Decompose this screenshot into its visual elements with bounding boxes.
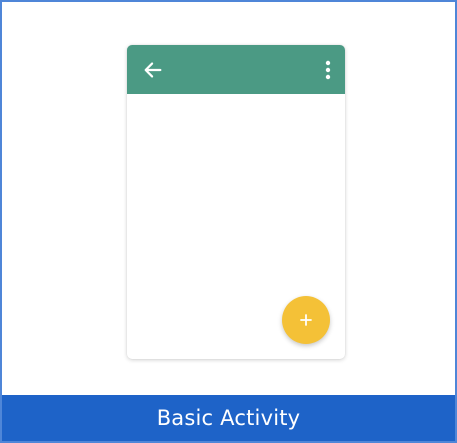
floating-action-button	[282, 296, 330, 344]
plus-icon	[300, 314, 312, 326]
template-card-basic-activity[interactable]: Basic Activity	[0, 0, 457, 443]
template-title: Basic Activity	[156, 406, 301, 430]
template-preview	[2, 2, 455, 395]
app-bar	[127, 45, 345, 94]
arrow-left-icon	[144, 62, 162, 78]
template-title-bar[interactable]: Basic Activity	[2, 395, 455, 441]
phone-mockup	[127, 45, 345, 359]
more-vertical-icon	[325, 60, 331, 80]
